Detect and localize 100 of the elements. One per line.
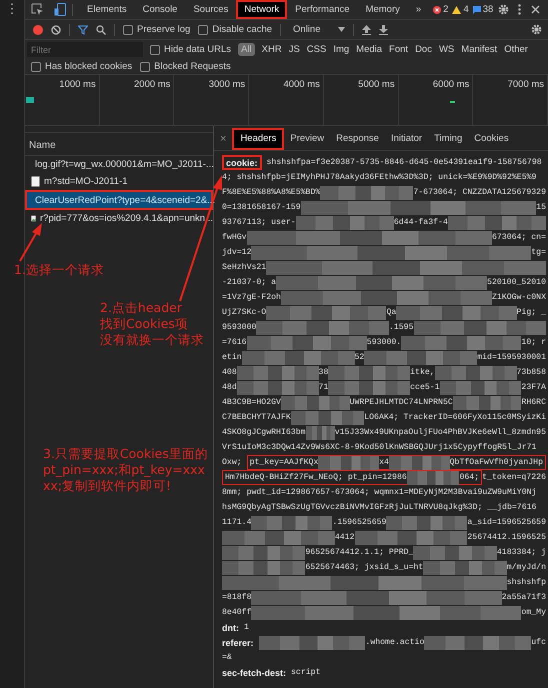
filter-field[interactable]: Filter [27, 42, 143, 57]
panel-tab[interactable]: Network [236, 0, 288, 19]
panel-tab[interactable]: Performance [287, 0, 358, 19]
filter-icon[interactable] [78, 24, 88, 34]
checkbox[interactable] [31, 62, 41, 72]
annotation-text: xx;复制到软件内即可! [43, 478, 172, 494]
checkbox-label: Hide data URLs [164, 44, 232, 55]
header-value-text: ufc [531, 638, 546, 647]
header-value-text: C7BEBCHYT7AJFK [222, 413, 291, 422]
warning-icon [452, 6, 462, 14]
blurred-region [280, 396, 350, 410]
detail-tab[interactable]: Cookies [468, 128, 515, 150]
request-row[interactable]: log.gif?t=wg_wx.000001&m=MO_J2011-... [25, 156, 213, 173]
header-value-text: tg= [531, 248, 546, 257]
detail-tab[interactable]: Initiator [384, 128, 428, 150]
caret-icon [338, 27, 346, 32]
header-value-text: 8mm; pwdt_id=129867657-673064; wqmnx1=MDEyNjM2M3Bvai9uZW9uMiY0Nj [222, 488, 536, 497]
header-value-text: pt_key=AAJfKQx [250, 458, 318, 467]
header-value-text: Oxw; [222, 458, 243, 467]
type-filter[interactable]: JS [288, 43, 300, 56]
annotation-text: pt_pin=xxx;和pt_key=xxx [43, 462, 206, 478]
header-name: referer: [222, 638, 254, 648]
header-value-text: VrS1uIoM3c3DQw14Zv9Ws6XC-8-9Kod50lKnWSBGQJUrj1x5CypyffogR5l_Jr71 [222, 443, 536, 452]
upload-icon[interactable] [362, 24, 372, 34]
header-value-text: a_sid=1596525659 [467, 518, 546, 527]
annotation-text: 没有就换一个请求 [100, 332, 204, 348]
header-value-text: 73b858 [516, 368, 546, 377]
checkbox[interactable] [198, 24, 208, 34]
checkbox[interactable] [150, 44, 160, 54]
header-value-text: script [291, 668, 320, 677]
throttling-select[interactable]: Online [293, 24, 346, 35]
header-value-text: etin [222, 353, 242, 362]
type-filter[interactable]: XHR [262, 43, 282, 56]
more-tabs-glyph[interactable]: » [408, 0, 430, 19]
device-icon[interactable] [54, 3, 66, 16]
blurred-region [318, 456, 380, 470]
header-value-text: 673064; cn= [492, 233, 546, 242]
panel-tab[interactable]: Sources [185, 0, 236, 19]
header-value-text: 93767113; user- [222, 218, 296, 227]
detail-tab[interactable]: Headers [232, 128, 284, 150]
error-icon [433, 6, 442, 14]
header-value-text: 408 [222, 368, 237, 377]
panel-tab[interactable]: Memory [358, 0, 408, 19]
error-count: 2 [443, 4, 448, 15]
checkbox-label: Disable cache [212, 24, 272, 35]
file-icon [31, 176, 40, 187]
warning-count: 4 [463, 4, 469, 15]
header-value-text: v15J33Wx49UKnpaOuljFUo4PhBVJKe6eWll_8zmdn95 [334, 428, 546, 437]
header-value-text: Pig; _ [516, 308, 546, 317]
header-value-text: 6d44-fa3f-4 [394, 218, 448, 227]
type-filter[interactable]: Other [504, 43, 528, 56]
header-value-text: 71 [318, 383, 328, 392]
type-filter[interactable]: Media [356, 43, 382, 56]
header-value-text: shshshfpa=f3e20387-5735-8846-d645-0e54391ea1f9-158756798 [266, 158, 542, 167]
timeline-bar [26, 97, 34, 103]
time-tick: 1000 ms [59, 79, 96, 90]
detail-tab[interactable]: Preview [284, 128, 330, 150]
type-filter[interactable]: Manifest [461, 43, 498, 56]
record-icon[interactable] [33, 24, 43, 34]
annotation-arrow [18, 222, 44, 262]
type-filter[interactable]: WS [438, 43, 454, 56]
download-icon[interactable] [379, 24, 388, 34]
detail-tab[interactable]: Timing [428, 128, 468, 150]
header-value-text: 0=1381658167-159 [222, 203, 301, 212]
header-value-text: =& [222, 653, 232, 662]
time-tick: 5000 ms [358, 79, 395, 90]
blurred-region [388, 456, 450, 470]
header-value-text: m/myJd/n [506, 563, 546, 572]
panel-tab[interactable]: Elements [79, 0, 135, 19]
checkbox[interactable] [140, 62, 150, 72]
request-row[interactable]: m?std=MO-J2011-1 [25, 173, 213, 190]
settings-icon[interactable] [531, 24, 542, 35]
more-icon[interactable] [518, 4, 521, 15]
clear-icon[interactable] [51, 24, 61, 34]
type-filter[interactable]: Doc [415, 43, 432, 56]
header-value-text: 4B3C9B=HO2GV [222, 398, 281, 407]
type-filter[interactable]: Font [389, 43, 408, 56]
type-filter[interactable]: CSS [306, 43, 326, 56]
header-value-text: mid=1595930001 [477, 353, 546, 362]
header-value-text: 96525674412.1.1; PPRD_ [305, 548, 414, 557]
header-value-text: shshshfp [506, 578, 546, 587]
close-icon[interactable] [531, 5, 540, 14]
checkbox[interactable] [123, 24, 133, 34]
menu-glyph[interactable]: ⋮ [6, 0, 18, 16]
header-value-text: F%8E%E5%88%A8%E5%BD% [222, 188, 320, 197]
header-value-text: 10; r [521, 338, 546, 347]
type-filter[interactable]: Img [333, 43, 350, 56]
annotation-text: 找到Cookies项 [100, 316, 189, 332]
detail-tab[interactable]: Response [330, 128, 385, 150]
settings-icon[interactable] [498, 4, 509, 15]
inspect-icon[interactable] [31, 3, 44, 16]
header-value-text: hsMG9QbyAgTSBwSzUgTGVvczBiNVMvIGFzRjJuLTNRVU8qJkg%3D; __jdb=7616 [222, 503, 536, 512]
header-value-text: 25674412.1596525 [467, 533, 546, 542]
checkbox-label: Blocked Requests [154, 61, 231, 72]
header-value-text: 593000. [366, 338, 402, 347]
close-glyph[interactable]: × [214, 133, 232, 145]
header-value-text: jdv=12 [222, 248, 252, 257]
column-header[interactable]: Name [29, 140, 56, 151]
search-icon[interactable] [96, 24, 106, 34]
panel-tab[interactable]: Console [134, 0, 186, 19]
